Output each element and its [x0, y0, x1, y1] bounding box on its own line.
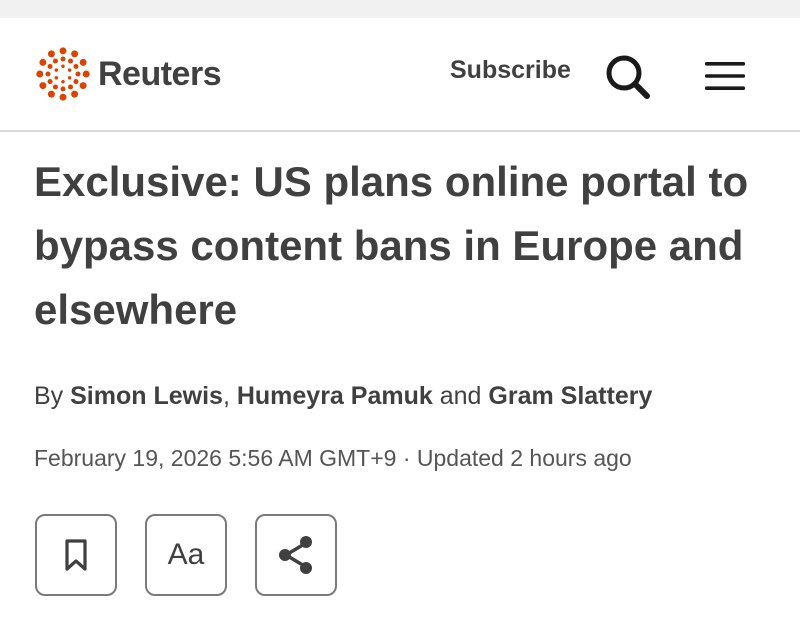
author-link-humeyra-pamuk[interactable]: Humeyra Pamuk [237, 382, 433, 410]
reuters-logo-mark-icon [36, 47, 90, 101]
site-header: Reuters Subscribe [0, 18, 800, 132]
share-button[interactable] [255, 514, 337, 596]
byline-separator: and [432, 382, 489, 410]
byline-separator: , [222, 382, 237, 410]
share-icon [279, 536, 312, 574]
article-timestamp: February 19, 2026 5:56 AM GMT+9 · Update… [34, 445, 632, 471]
bookmark-icon [65, 539, 87, 571]
article-byline: By Simon Lewis, Humeyra Pamuk and Gram S… [34, 382, 652, 411]
byline-prefix: By [34, 382, 71, 410]
logo-wordmark: Reuters [98, 54, 222, 93]
author-link-simon-lewis[interactable]: Simon Lewis [70, 382, 223, 410]
hamburger-menu-icon[interactable] [704, 58, 746, 94]
text-size-label: Aa [167, 538, 205, 571]
status-strip [0, 0, 800, 18]
bookmark-button[interactable] [35, 514, 117, 596]
subscribe-link[interactable]: Subscribe [450, 56, 571, 85]
text-size-button[interactable]: Aa [145, 514, 227, 596]
author-link-gram-slattery[interactable]: Gram Slattery [488, 382, 652, 410]
article-headline: Exclusive: US plans online portal to byp… [34, 158, 749, 333]
search-icon[interactable] [603, 53, 653, 99]
reuters-logo[interactable]: Reuters [34, 44, 222, 104]
